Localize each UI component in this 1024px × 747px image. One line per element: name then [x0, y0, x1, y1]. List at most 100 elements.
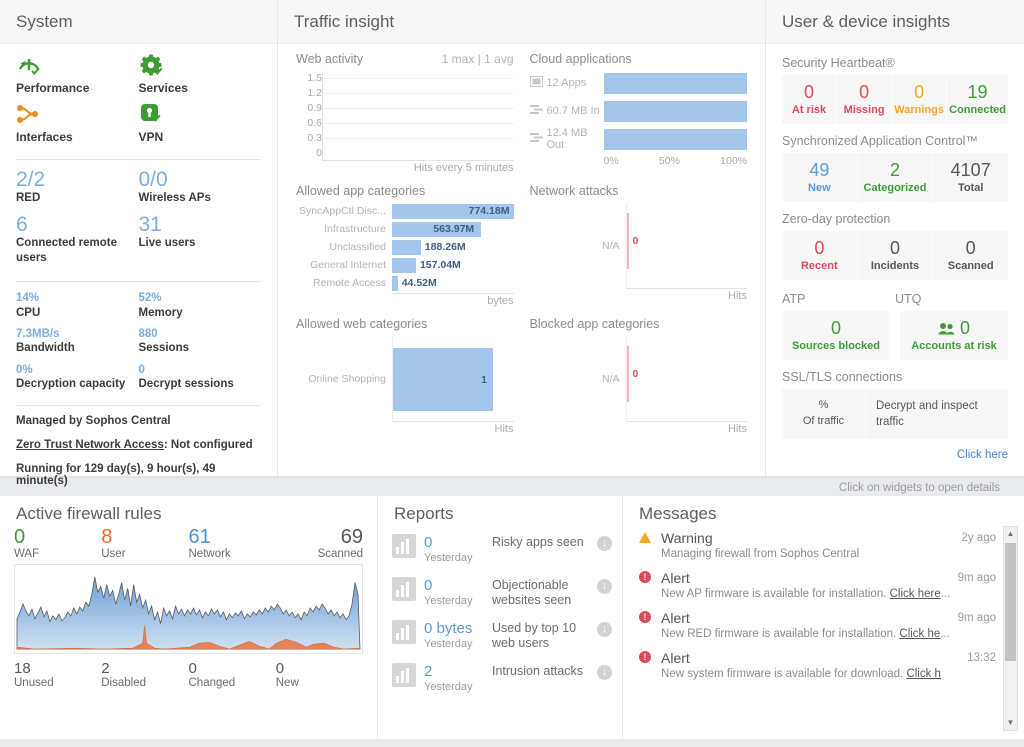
stat-red[interactable]: 2/2 RED [16, 168, 139, 205]
stat-value: 2/2 [16, 168, 46, 191]
messages-scrollbar[interactable]: ▲ ▼ [1003, 526, 1018, 731]
message-tail: ... [940, 588, 951, 600]
firewall-kpi-user[interactable]: 8 User [101, 526, 188, 560]
cloud-app-label: 12.4 MB Out [546, 127, 588, 151]
widget-allowed-web-categories[interactable]: Allowed web categories Online Shopping 1… [288, 313, 522, 441]
ztna-link[interactable]: Zero Trust Network Access [16, 439, 164, 451]
system-item-vpn[interactable]: VPN [139, 103, 262, 144]
stat-live-users[interactable]: 31 Live users [139, 214, 262, 265]
category-row: Remote Access 44.52M [296, 275, 514, 291]
scroll-up-icon[interactable]: ▲ [1004, 527, 1017, 541]
message-item[interactable]: Alert 13:32 New system firmware is avail… [637, 646, 996, 686]
kpi-scanned[interactable]: 0 Scanned [933, 231, 1008, 280]
kpi-new[interactable]: 49 New [782, 152, 858, 202]
kpi-incidents[interactable]: 0 Incidents [858, 230, 934, 280]
firewall-stat-disabled[interactable]: 2 Disabled [101, 660, 188, 689]
download-icon[interactable] [597, 621, 612, 637]
report-row-objectionable-websites[interactable]: 0 Yesterday Objectionable websites seen [392, 571, 612, 614]
ssl-click-here-link[interactable]: Click here [782, 443, 1008, 461]
system-item-interfaces[interactable]: Interfaces [16, 103, 139, 144]
scrollbar-thumb[interactable] [1005, 543, 1016, 661]
kpi-value: 0 [804, 82, 815, 102]
widget-network-attacks[interactable]: Network attacks N/A 0 Hits [522, 180, 756, 313]
message-item[interactable]: Warning 2y ago Managing firewall from So… [637, 526, 996, 566]
report-period: Yesterday [424, 638, 473, 651]
stat-bandwidth[interactable]: 7.3MB/s Bandwidth [16, 327, 139, 356]
stat-decryption-capacity[interactable]: 0% Decryption capacity [16, 363, 139, 392]
system-small-stats: 14% CPU 52% Memory 7.3MB/s Bandwidth 880… [16, 291, 261, 398]
category-value: 188.26M [424, 240, 466, 253]
blocked-app-x-label: Hits [728, 423, 747, 435]
cloud-app-label: 60.7 MB In [546, 105, 600, 117]
kpi-label: Missing [843, 103, 885, 116]
stat-decrypt-sessions[interactable]: 0 Decrypt sessions [139, 363, 262, 392]
download-icon[interactable] [597, 665, 612, 681]
kpi-accounts-at-risk[interactable]: 0 Accounts at risk [900, 311, 1008, 360]
widget-cloud-applications[interactable]: Cloud applications 12 Apps 60.7 MB In 12… [522, 48, 756, 180]
kpi-label: Categorized [863, 181, 927, 194]
scroll-down-icon[interactable]: ▼ [1004, 716, 1017, 730]
stat-cpu[interactable]: 14% CPU [16, 291, 139, 320]
widget-allowed-app-categories[interactable]: Allowed app categories SyncAppCtl Disc..… [288, 180, 522, 313]
kpi-recent[interactable]: 0 Recent [782, 230, 858, 280]
kpi-total[interactable]: 4107 Total [933, 153, 1008, 202]
report-row-intrusion-attacks[interactable]: 2 Yesterday Intrusion attacks [392, 657, 612, 700]
stat-memory[interactable]: 52% Memory [139, 291, 262, 320]
report-value: 2 [424, 663, 433, 681]
system-item-performance[interactable]: Performance [16, 54, 139, 95]
message-item[interactable]: Alert 9m ago New RED firmware is availab… [637, 606, 996, 646]
kpi-warnings[interactable]: 0 Warnings [892, 75, 948, 124]
report-row-risky-apps[interactable]: 0 Yesterday Risky apps seen [392, 528, 612, 571]
managed-by-text: Managed by Sophos Central [16, 415, 171, 428]
firewall-footer-stats: 18 Unused 2 Disabled 0 Changed 0 New [0, 654, 377, 689]
report-row-top-web-users[interactable]: 0 bytes Yesterday Used by top 10 web use… [392, 614, 612, 657]
kpi-sources-blocked[interactable]: 0 Sources blocked [782, 311, 890, 360]
reports-panel-title: Reports [394, 504, 454, 523]
download-icon[interactable] [597, 578, 612, 594]
ssl-tls-row[interactable]: % Of traffic Decrypt and inspect traffic [782, 388, 1008, 440]
ssl-percent-symbol: % [818, 398, 829, 411]
stat-value: 6 [16, 213, 28, 237]
widget-web-activity[interactable]: Web activity 1 max | 1 avg 1.5 1.2 0.9 0… [288, 48, 522, 180]
message-link[interactable]: Click he [899, 628, 940, 640]
system-item-services[interactable]: Services [139, 54, 262, 95]
widget-blocked-app-categories[interactable]: Blocked app categories N/A 0 Hits [522, 313, 756, 441]
category-label: Remote Access [313, 277, 386, 289]
top-row: System Performance Services Interfaces V… [0, 0, 1024, 487]
x-tick: 50% [658, 155, 680, 167]
firewall-kpi-scanned[interactable]: 69 Scanned [276, 526, 363, 560]
stat-value: 0% [16, 363, 33, 376]
stat-connected-remote-users[interactable]: 6 Connected remote users [16, 214, 139, 265]
message-link[interactable]: Click h [906, 668, 941, 680]
message-item[interactable]: Alert 9m ago New AP firmware is availabl… [637, 566, 996, 606]
kpi-categorized[interactable]: 2 Categorized [858, 152, 934, 202]
widget-title: Cloud applications [529, 52, 632, 66]
transfer-icon [529, 104, 543, 118]
report-label: Used by top 10 web users [492, 620, 577, 651]
web-activity-y-axis: 1.5 1.2 0.9 0.6 0.3 0 [296, 71, 322, 161]
stat-sessions[interactable]: 880 Sessions [139, 327, 262, 356]
firewall-kpi-network[interactable]: 61 Network [189, 526, 276, 560]
category-value: 563.97M [433, 222, 475, 235]
kpi-at-risk[interactable]: 0 At risk [782, 75, 838, 124]
active-firewall-rules-panel[interactable]: Active firewall rules 0 WAF 8 User 61 Ne… [0, 496, 378, 739]
kpi-missing[interactable]: 0 Missing [837, 75, 893, 124]
atp-title: ATP [782, 291, 806, 306]
kpi-connected[interactable]: 19 Connected [947, 75, 1008, 124]
y-tick: 1.2 [307, 87, 322, 99]
firewall-kpi-waf[interactable]: 0 WAF [14, 526, 101, 560]
message-link[interactable]: Click here [890, 588, 941, 600]
system-icon-grid: Performance Services Interfaces VPN [16, 54, 261, 152]
download-icon[interactable] [597, 536, 612, 551]
firewall-stat-unused[interactable]: 18 Unused [14, 660, 101, 689]
stat-label: Memory [138, 306, 183, 319]
category-value: 774.18M [468, 204, 510, 217]
x-tick: 100% [720, 155, 747, 167]
messages-panel: Messages Warning 2y ago Managing firewal… [623, 496, 1024, 739]
kpi-label: Warnings [894, 103, 944, 116]
kpi-label: WAF [14, 548, 40, 560]
stat-wireless-aps[interactable]: 0/0 Wireless APs [139, 168, 262, 205]
kpi-label: Recent [800, 259, 838, 272]
firewall-stat-changed[interactable]: 0 Changed [189, 660, 276, 689]
firewall-stat-new[interactable]: 0 New [276, 660, 363, 689]
